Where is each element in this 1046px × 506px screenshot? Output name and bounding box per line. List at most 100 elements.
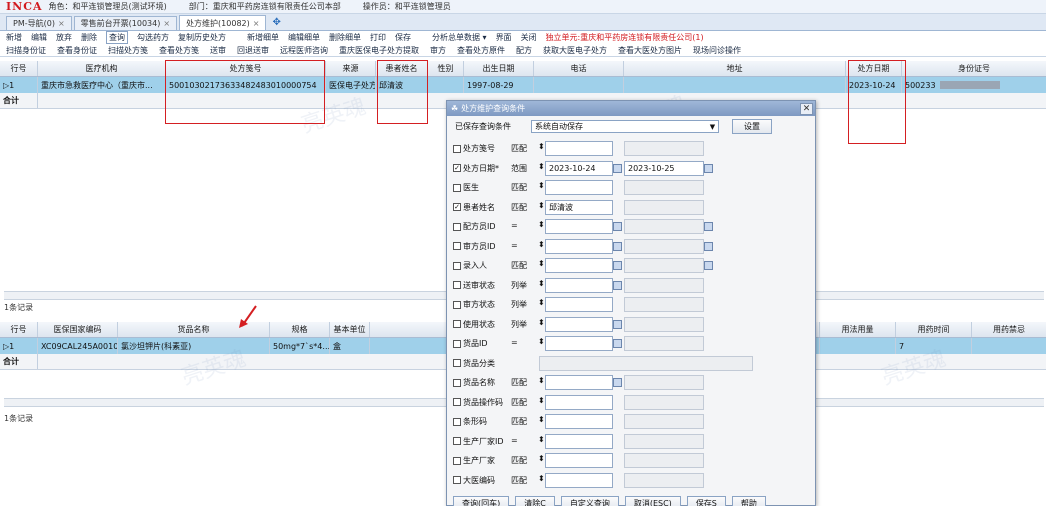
sort-arrow-icon[interactable]: ⬍ (538, 396, 545, 405)
checkbox-icon[interactable] (453, 320, 461, 328)
value-input-to[interactable] (624, 394, 704, 410)
menu-medical-insurance-rx[interactable]: 重庆医保电子处方提取 (339, 45, 419, 56)
sort-arrow-icon[interactable]: ⬍ (538, 220, 545, 229)
menu-new-detail[interactable]: 新增细单 (247, 32, 279, 43)
checkbox-icon[interactable] (453, 339, 461, 348)
value-input-from[interactable] (545, 141, 613, 156)
value-input-from[interactable] (545, 238, 613, 254)
condition-checkbox[interactable]: 录入人 (453, 260, 487, 271)
col-org[interactable]: 医疗机构 (38, 61, 166, 76)
value-input-from[interactable] (545, 453, 613, 468)
col-national-code[interactable]: 医保国家编码 (38, 322, 118, 337)
menu-submit-review[interactable]: 送审 (210, 45, 226, 56)
checkbox-icon[interactable] (453, 242, 461, 250)
condition-checkbox[interactable]: 使用状态 (453, 319, 495, 330)
sort-arrow-icon[interactable]: ⬍ (538, 318, 545, 327)
checkbox-icon[interactable] (453, 300, 461, 309)
menu-remote-consult[interactable]: 远程医师咨询 (280, 45, 328, 56)
value-input-to[interactable] (624, 258, 704, 273)
col-source[interactable]: 来源 (326, 61, 376, 76)
condition-checkbox[interactable]: 大医编码 (453, 475, 495, 486)
value-input-from[interactable] (545, 394, 613, 410)
condition-checkbox[interactable]: 货品分类 (453, 358, 495, 369)
condition-checkbox[interactable]: 送审状态 (453, 280, 495, 291)
checkbox-icon[interactable]: ✓ (453, 203, 461, 211)
menu-new[interactable]: 新增 (6, 32, 22, 43)
calendar-icon[interactable] (613, 339, 622, 348)
cancel-button[interactable]: 取消(ESC) (624, 496, 681, 506)
col-gender[interactable]: 性别 (428, 61, 464, 76)
calendar-icon[interactable] (704, 222, 713, 231)
menu-copy-history[interactable]: 复制历史处方 (178, 32, 226, 43)
close-icon[interactable]: ✕ (800, 102, 813, 115)
close-icon[interactable]: × (253, 19, 260, 28)
menu-view-rx[interactable]: 查看处方笺 (159, 45, 199, 56)
col-address[interactable]: 地址 (624, 61, 846, 76)
calendar-icon[interactable] (613, 261, 622, 270)
condition-checkbox[interactable]: 条形码 (453, 416, 487, 427)
menu-query[interactable]: 查询 (106, 31, 128, 44)
condition-checkbox[interactable]: 处方笺号 (453, 143, 495, 154)
tab-prescription-maintenance[interactable]: 处方维护(10082) × (179, 15, 267, 30)
calendar-icon[interactable] (704, 163, 713, 173)
checkbox-icon[interactable] (453, 456, 461, 465)
menu-edit[interactable]: 编辑 (31, 32, 47, 43)
save-button[interactable]: 保存S (686, 496, 726, 506)
saved-conditions-select[interactable]: 系统自动保存 ▼ (531, 120, 719, 133)
menu-delete[interactable]: 删除 (81, 32, 97, 43)
sort-arrow-icon[interactable]: ⬍ (538, 454, 545, 463)
calendar-icon[interactable] (613, 319, 622, 329)
condition-checkbox[interactable]: 配方员ID (453, 221, 496, 232)
calendar-icon[interactable] (613, 241, 622, 251)
checkbox-icon[interactable] (453, 417, 461, 426)
menu-interface[interactable]: 界面 (496, 32, 512, 43)
calendar-icon[interactable] (613, 280, 622, 290)
checkbox-icon[interactable]: ✓ (453, 164, 461, 172)
col-birth[interactable]: 出生日期 (464, 61, 534, 76)
col-rx-date[interactable]: 处方日期 (846, 61, 902, 76)
value-input-from[interactable] (545, 316, 613, 332)
checkbox-icon[interactable] (453, 281, 461, 289)
condition-checkbox[interactable]: 审方员ID (453, 241, 496, 252)
checkbox-icon[interactable] (453, 378, 461, 387)
sort-arrow-icon[interactable]: ⬍ (538, 435, 545, 444)
value-input-from[interactable]: 邱清波 (545, 199, 613, 215)
menu-view-id[interactable]: 查看身份证 (57, 45, 97, 56)
value-input-from[interactable] (545, 258, 613, 273)
custom-query-button[interactable]: 自定义查询 (560, 496, 619, 506)
value-input-to[interactable] (624, 219, 704, 234)
dialog-titlebar[interactable]: ☘ 处方维护查询条件 ✕ (447, 101, 815, 116)
clear-button[interactable]: 清除C (515, 496, 555, 506)
sort-arrow-icon[interactable]: ⬍ (538, 142, 545, 151)
checkbox-icon[interactable] (453, 398, 461, 406)
value-input-from[interactable] (545, 297, 613, 312)
condition-checkbox[interactable]: 审方状态 (453, 299, 495, 310)
close-icon[interactable]: × (163, 19, 170, 28)
tab-retail-billing[interactable]: 零售前台开票(10034) × (73, 16, 178, 30)
value-input-from[interactable] (545, 433, 613, 449)
menu-view-rx-original[interactable]: 查看处方原件 (457, 45, 505, 56)
menu-close[interactable]: 关闭 (521, 32, 537, 43)
menu-review-rx[interactable]: 审方 (430, 45, 446, 56)
category-field[interactable] (539, 355, 753, 371)
col-patient[interactable]: 患者姓名 (376, 61, 428, 76)
sort-arrow-icon[interactable]: ⬍ (538, 474, 545, 483)
sort-arrow-icon[interactable]: ⬍ (538, 298, 545, 307)
sort-arrow-icon[interactable]: ⬍ (538, 240, 545, 249)
col-unit[interactable]: 基本单位 (330, 322, 370, 337)
value-input-to[interactable] (624, 141, 704, 156)
condition-checkbox[interactable]: 生产厂家ID (453, 436, 504, 447)
value-input-from[interactable] (545, 180, 613, 195)
value-input-to[interactable] (624, 316, 704, 332)
sort-arrow-icon[interactable]: ⬍ (538, 376, 545, 385)
query-button[interactable]: 查询(回车) (453, 496, 510, 506)
value-input-to[interactable] (624, 297, 704, 312)
col-time[interactable]: 用药时间 (896, 322, 972, 337)
value-input-from[interactable] (545, 414, 613, 429)
menu-return-review[interactable]: 回退送审 (237, 45, 269, 56)
calendar-icon[interactable] (704, 241, 713, 251)
value-input-from[interactable] (545, 472, 613, 488)
help-button[interactable]: 帮助 (731, 496, 766, 506)
value-input-to[interactable]: 2023-10-25 (624, 160, 704, 176)
value-input-from[interactable] (545, 219, 613, 234)
